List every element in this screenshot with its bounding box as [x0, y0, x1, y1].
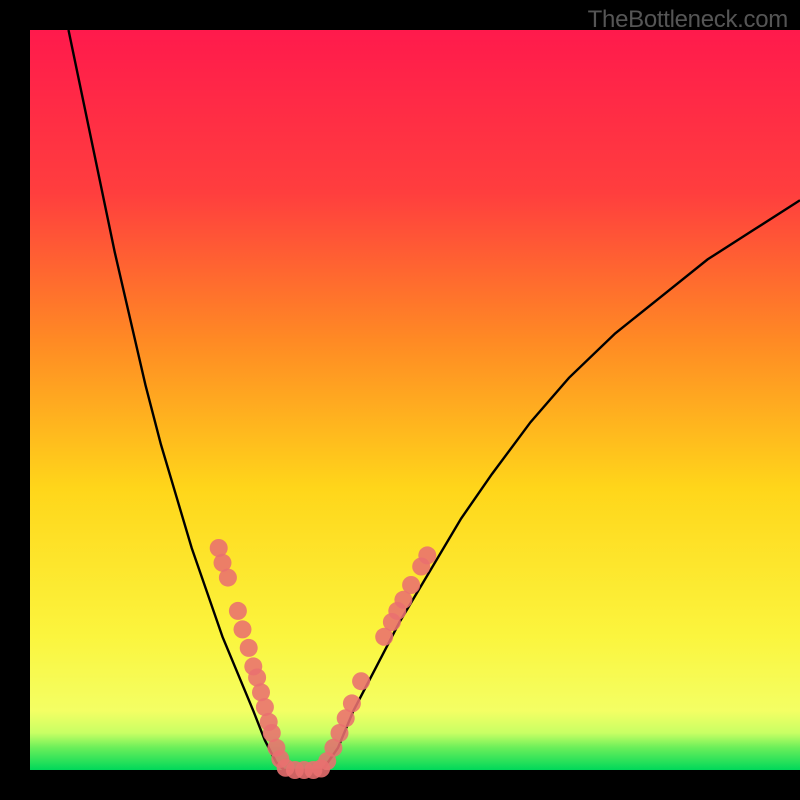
scatter-point	[240, 639, 258, 657]
plot-background	[30, 30, 800, 770]
scatter-point	[352, 672, 370, 690]
scatter-point	[234, 620, 252, 638]
scatter-point	[229, 602, 247, 620]
scatter-point	[219, 569, 237, 587]
scatter-point	[343, 694, 361, 712]
scatter-point	[418, 546, 436, 564]
chart-svg	[0, 0, 800, 800]
scatter-point	[402, 576, 420, 594]
chart-stage: TheBottleneck.com	[0, 0, 800, 800]
watermark-text: TheBottleneck.com	[588, 6, 788, 34]
